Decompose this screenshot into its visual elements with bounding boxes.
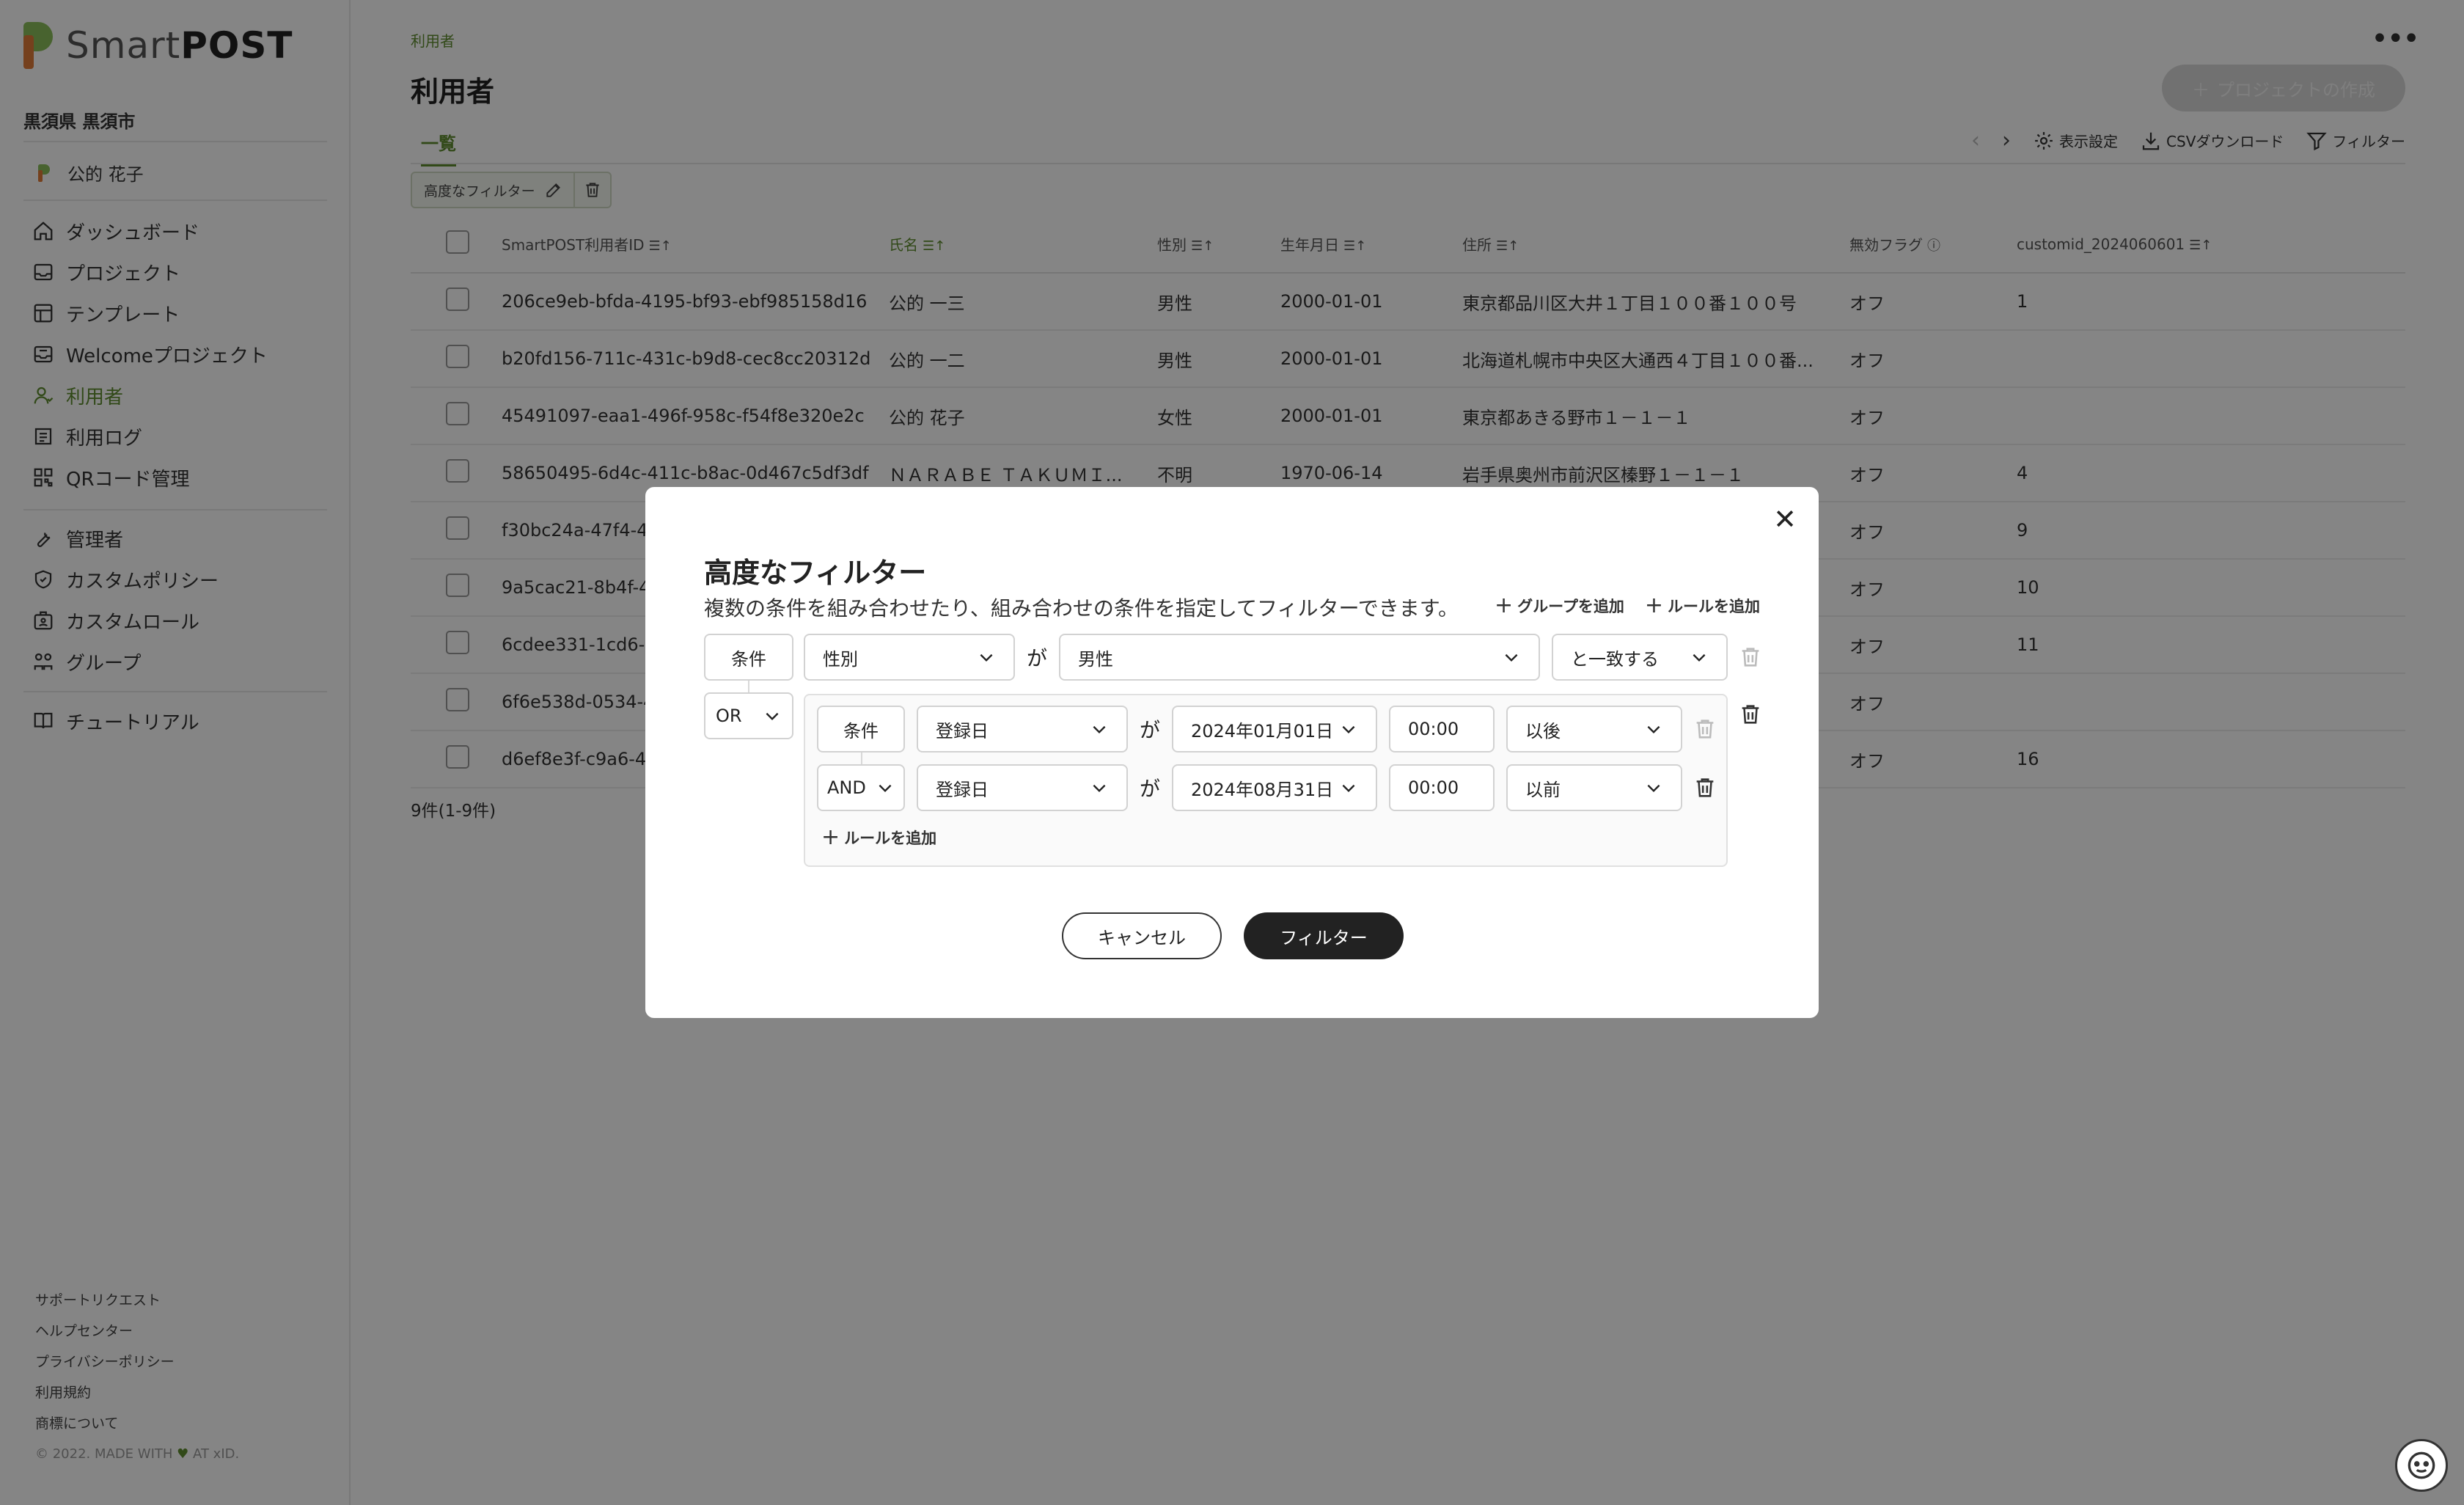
plus-icon: + <box>821 824 840 850</box>
modal-description: 複数の条件を組み合わせたり、組み合わせの条件を指定してフィルターできます。 <box>704 596 1459 620</box>
close-icon[interactable]: ✕ <box>1773 503 1797 535</box>
chevron-down-icon <box>980 653 993 662</box>
chevron-down-icon <box>1505 653 1518 662</box>
group-rule2-connector-text: が <box>1140 777 1161 801</box>
chevron-down-icon <box>1342 784 1355 793</box>
modal-title: 高度なフィルター <box>704 557 927 589</box>
rule-field-select[interactable]: 性別 <box>804 634 1015 681</box>
plus-icon: + <box>1494 593 1514 618</box>
group-rule-connector-line <box>861 752 862 764</box>
plus-icon: + <box>1644 593 1663 618</box>
rule-connector-text: が <box>1027 646 1048 670</box>
group-rule2-logic-select[interactable]: AND <box>817 764 905 811</box>
apply-filter-button[interactable]: フィルター <box>1244 912 1404 959</box>
delete-group-rule1-icon-disabled <box>1693 717 1717 741</box>
group-rule1-operator-select[interactable]: 以後 <box>1506 706 1682 752</box>
group-rule2-time-input[interactable]: 00:00 <box>1389 764 1495 811</box>
group-add-rule-button[interactable]: + ルールを追加 <box>821 824 936 850</box>
chevron-down-icon <box>1647 725 1660 734</box>
group-rule2-operator-select[interactable]: 以前 <box>1506 764 1682 811</box>
group-logic-select[interactable]: OR <box>704 692 793 739</box>
chevron-down-icon <box>1093 725 1106 734</box>
group-rule1-connector-text: が <box>1140 718 1161 742</box>
delete-group-rule2-icon[interactable] <box>1693 775 1717 800</box>
group-rule2-field-select[interactable]: 登録日 <box>917 764 1128 811</box>
add-rule-button[interactable]: + ルールを追加 <box>1645 593 1760 618</box>
advanced-filter-modal: ✕ 高度なフィルター 複数の条件を組み合わせたり、組み合わせの条件を指定してフィ… <box>645 487 1819 1018</box>
chevron-down-icon <box>879 784 892 793</box>
group-rule1-time-input[interactable]: 00:00 <box>1389 706 1495 752</box>
rule-condition-label: 条件 <box>704 634 793 681</box>
group-rule-condition-label: 条件 <box>817 706 905 752</box>
delete-group-icon[interactable] <box>1738 702 1763 727</box>
cancel-button[interactable]: キャンセル <box>1062 912 1222 959</box>
chat-support-icon[interactable] <box>2395 1439 2448 1492</box>
chevron-down-icon <box>1647 784 1660 793</box>
chevron-down-icon <box>1342 725 1355 734</box>
rule-value-select[interactable]: 男性 <box>1059 634 1540 681</box>
chevron-down-icon <box>766 712 779 721</box>
rule-operator-select[interactable]: と一致する <box>1552 634 1728 681</box>
chevron-down-icon <box>1693 653 1706 662</box>
group-rule1-field-select[interactable]: 登録日 <box>917 706 1128 752</box>
add-group-button[interactable]: + グループを追加 <box>1495 593 1624 618</box>
group-rule2-date-picker[interactable]: 2024年08月31日 <box>1172 764 1377 811</box>
delete-rule-icon-disabled <box>1738 645 1763 670</box>
chevron-down-icon <box>1093 784 1106 793</box>
app-root: SmartPOST 黒須県 黒須市 公的 花子 ダッシュボード プロジェクト テンプ… <box>0 0 2464 1505</box>
add-actions: + グループを追加 + ルールを追加 <box>1495 593 1760 618</box>
group-rule1-date-picker[interactable]: 2024年01月01日 <box>1172 706 1377 752</box>
